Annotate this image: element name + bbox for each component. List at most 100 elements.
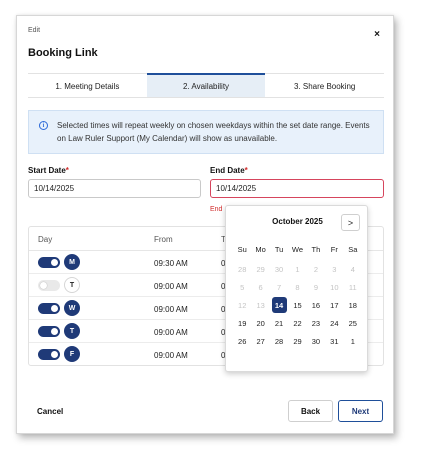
calendar-day[interactable]: 16 (307, 296, 325, 314)
calendar-day: 5 (233, 278, 251, 296)
day-badge: T (64, 277, 80, 293)
tab-meeting-details[interactable]: 1. Meeting Details (28, 73, 147, 97)
calendar-day-label: 28 (274, 336, 284, 346)
calendar-day: 10 (325, 278, 343, 296)
calendar-day[interactable]: 27 (251, 332, 269, 350)
day-toggle[interactable] (38, 303, 60, 314)
info-icon: i (39, 121, 48, 130)
calendar-day[interactable]: 28 (270, 332, 288, 350)
calendar-day-label: 10 (330, 282, 339, 292)
calendar-day[interactable]: 25 (344, 314, 362, 332)
from-time[interactable]: 09:30 AM (154, 259, 188, 268)
calendar-day-label: 28 (238, 264, 247, 274)
calendar-day-label: 25 (348, 318, 357, 328)
stepper-tabs: 1. Meeting Details 2. Availability 3. Sh… (28, 73, 384, 98)
calendar-day[interactable]: 22 (288, 314, 306, 332)
weekday-header: Fr (330, 244, 338, 254)
from-time[interactable]: 09:00 AM (154, 351, 188, 360)
weekday-header: Mo (255, 244, 266, 254)
calendar-day: 12 (233, 296, 251, 314)
calendar-day: 29 (251, 260, 269, 278)
calendar-day[interactable]: 21 (270, 314, 288, 332)
booking-link-dialog: Edit × Booking Link 1. Meeting Details 2… (16, 15, 394, 434)
weekday-header: Tu (274, 244, 284, 254)
calendar-day-label: 17 (330, 300, 339, 310)
calendar-day: 9 (307, 278, 325, 296)
day-badge: W (64, 300, 80, 316)
date-picker-popup: October 2025 > Su Mo Tu We Th Fr Sa 28 29 30 1 2 3 4 5… (225, 205, 368, 372)
back-button[interactable]: Back (288, 400, 333, 422)
calendar-day-label: 6 (258, 282, 263, 292)
weekday-header: We (291, 244, 304, 254)
info-text: Selected times will repeat weekly on cho… (57, 121, 370, 143)
end-date-label: End Date* (210, 166, 248, 175)
end-date-error: End (210, 206, 223, 213)
day-badge: T (64, 323, 80, 339)
calendar-day-label: 9 (313, 282, 318, 292)
chevron-right-icon[interactable]: > (341, 214, 360, 231)
dialog-eyebrow: Edit (28, 27, 41, 34)
calendar-day-label: 14 (271, 297, 287, 313)
calendar-day[interactable]: 20 (251, 314, 269, 332)
calendar-day-label: 23 (311, 318, 321, 328)
calendar-day-label: 26 (238, 336, 247, 346)
calendar-day-label: 22 (293, 318, 302, 328)
start-date-label: Start Date* (28, 166, 69, 175)
calendar-day-label: 29 (256, 264, 265, 274)
calendar-day-label: 21 (274, 318, 284, 328)
calendar-day-label: 30 (311, 336, 321, 346)
end-date-input[interactable]: 10/14/2025 (210, 179, 384, 198)
calendar-day-label: 1 (295, 264, 300, 274)
col-from: From (154, 235, 173, 244)
next-button[interactable]: Next (338, 400, 383, 422)
day-toggle[interactable] (38, 280, 60, 291)
calendar-day: 13 (251, 296, 269, 314)
calendar-day-label: 27 (256, 336, 265, 346)
calendar-day[interactable]: 29 (288, 332, 306, 350)
from-time[interactable]: 09:00 AM (154, 282, 188, 291)
cancel-button[interactable]: Cancel (37, 407, 63, 416)
day-toggle[interactable] (38, 257, 60, 268)
calendar-day[interactable]: 17 (325, 296, 343, 314)
calendar-day-label: 2 (313, 264, 318, 274)
col-day: Day (38, 235, 53, 244)
calendar-day[interactable]: 26 (233, 332, 251, 350)
calendar-day[interactable]: 18 (344, 296, 362, 314)
calendar-day[interactable]: 24 (325, 314, 343, 332)
day-toggle[interactable] (38, 326, 60, 337)
close-icon[interactable]: × (374, 30, 380, 40)
weekday-header: Su (237, 244, 247, 254)
calendar-day-label: 29 (293, 336, 302, 346)
calendar-day-label: 8 (295, 282, 300, 292)
calendar-day-label: 19 (238, 318, 247, 328)
calendar-day-label: 15 (293, 300, 302, 310)
calendar-day-label: 1 (350, 336, 355, 346)
calendar-day: 11 (344, 278, 362, 296)
calendar-day: 4 (344, 260, 362, 278)
day-badge: M (64, 254, 80, 270)
calendar-day-label: 5 (240, 282, 245, 292)
calendar-day[interactable]: 19 (233, 314, 251, 332)
calendar-day[interactable]: 1 (344, 332, 362, 350)
calendar-day: 8 (288, 278, 306, 296)
start-date-input[interactable]: 10/14/2025 (28, 179, 201, 198)
calendar-day[interactable]: 31 (325, 332, 343, 350)
calendar-day: 7 (270, 278, 288, 296)
from-time[interactable]: 09:00 AM (154, 328, 188, 337)
tab-availability[interactable]: 2. Availability (146, 73, 266, 97)
calendar-day: 1 (288, 260, 306, 278)
calendar-day[interactable]: 30 (307, 332, 325, 350)
calendar-day-label: 30 (274, 264, 284, 274)
calendar-day-label: 3 (332, 264, 337, 274)
calendar-day: 6 (251, 278, 269, 296)
calendar-day[interactable]: 15 (288, 296, 306, 314)
calendar-day: 28 (233, 260, 251, 278)
calendar-day-label: 7 (276, 282, 282, 292)
calendar-day-selected[interactable]: 14 (270, 296, 288, 314)
calendar-day-label: 4 (350, 264, 355, 274)
day-toggle[interactable] (38, 349, 60, 360)
calendar-day[interactable]: 23 (307, 314, 325, 332)
tab-share-booking[interactable]: 3. Share Booking (265, 73, 384, 97)
from-time[interactable]: 09:00 AM (154, 305, 188, 314)
weekday-header: Sa (348, 244, 358, 254)
